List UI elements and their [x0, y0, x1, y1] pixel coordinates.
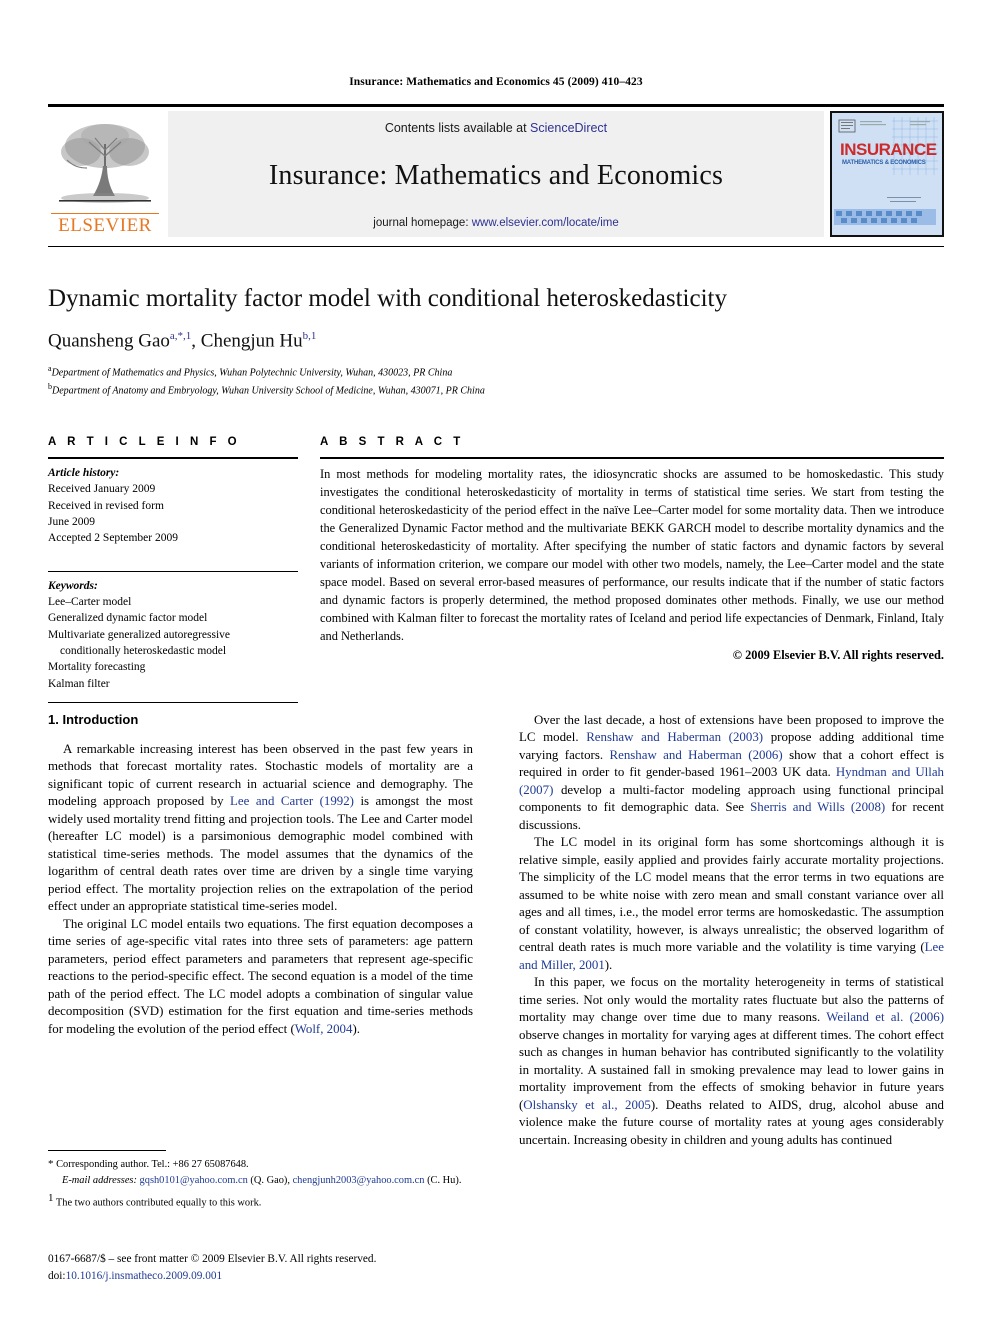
- author-name-2: Chengjun Hu: [200, 330, 303, 352]
- article-history-line-2: Received in revised form: [48, 499, 164, 512]
- article-history-block: Article history: Received January 2009 R…: [48, 459, 298, 547]
- paragraph-left-1: A remarkable increasing interest has bee…: [48, 742, 473, 914]
- masthead-center: Contents lists available at ScienceDirec…: [168, 111, 824, 237]
- keywords-block: Keywords: Lee–Carter model Generalized d…: [48, 572, 298, 692]
- article-history-line-1: Received January 2009: [48, 483, 156, 496]
- keyword-3: Multivariate generalized autoregressive: [48, 628, 231, 641]
- journal-homepage-line: journal homepage: www.elsevier.com/locat…: [373, 217, 618, 229]
- footnote-block: * Corresponding author. Tel.: +86 27 650…: [48, 1150, 473, 1211]
- author-separator: ,: [191, 330, 201, 352]
- footnote-corresponding-text: Corresponding author. Tel.: +86 27 65087…: [56, 1159, 249, 1170]
- footnote-divider: [48, 1150, 166, 1151]
- elsevier-tree-icon: [59, 124, 151, 203]
- email-link-2[interactable]: chengjunh2003@yahoo.com.cn: [293, 1175, 425, 1186]
- affiliation-a-text: Department of Mathematics and Physics, W…: [51, 367, 453, 379]
- contents-prefix: Contents lists available at: [384, 121, 531, 135]
- author-list: Quansheng Gaoa,*,1, Chengjun Hub,1: [48, 330, 944, 352]
- running-head: Insurance: Mathematics and Economics 45 …: [349, 76, 643, 88]
- article-history-label: Article history:: [48, 467, 120, 479]
- elsevier-wordmark: ELSEVIER: [51, 213, 159, 235]
- author-name-1: Quansheng Gao: [48, 330, 170, 352]
- email-addresses-label: E-mail addresses:: [62, 1174, 137, 1186]
- keyword-2: Generalized dynamic factor model: [48, 612, 208, 625]
- doi-line: doi:10.1016/j.insmatheco.2009.09.001: [48, 1268, 548, 1285]
- article-info-heading: A R T I C L E I N F O: [48, 436, 241, 448]
- keyword-1: Lee–Carter model: [48, 595, 132, 608]
- footnote-emails: E-mail addresses: gqsh0101@yahoo.com.cn …: [48, 1173, 473, 1188]
- email-attrib-1: (Q. Gao),: [250, 1174, 290, 1186]
- paragraph-left-2: The original LC model entails two equati…: [48, 916, 473, 1036]
- keywords-label: Keywords:: [48, 579, 98, 592]
- doi-label: doi:: [48, 1269, 66, 1282]
- paragraph-right-1: Over the last decade, a host of extensio…: [519, 713, 945, 832]
- issn-front-matter: 0167-6687/$ – see front matter © 2009 El…: [48, 1253, 377, 1265]
- homepage-prefix: journal homepage:: [373, 217, 472, 229]
- section-heading-introduction: 1. Introduction: [48, 712, 139, 727]
- article-history-line-3: June 2009: [48, 515, 95, 528]
- svg-text:INSURANCE: INSURANCE: [840, 140, 937, 159]
- article-history-line-4: Accepted 2 September 2009: [48, 532, 178, 545]
- page-title: Dynamic mortality factor model with cond…: [48, 285, 727, 312]
- journal-homepage-link[interactable]: www.elsevier.com/locate/ime: [472, 217, 619, 229]
- paper-page: Insurance: Mathematics and Economics 45 …: [0, 0, 992, 1323]
- abstract-copyright: © 2009 Elsevier B.V. All rights reserved…: [732, 647, 944, 662]
- author-2-marks: b,1: [302, 330, 317, 342]
- email-attrib-2: (C. Hu).: [427, 1174, 462, 1186]
- keyword-4: Mortality forecasting: [48, 661, 146, 674]
- journal-cover-thumbnail: INSURANCE MATHEMATICS & ECONOMICS: [830, 111, 944, 237]
- body-column-left: 1. Introduction A remarkable increasing …: [48, 712, 473, 1038]
- footnote-one-mark: 1: [48, 1192, 54, 1205]
- paragraph-right-3: In this paper, we focus on the mortality…: [519, 975, 944, 1147]
- journal-masthead: ELSEVIER Contents lists available at Sci…: [48, 104, 944, 237]
- title-divider: [48, 246, 944, 247]
- affiliation-list: aDepartment of Mathematics and Physics, …: [48, 363, 944, 399]
- body-column-right: Over the last decade, a host of extensio…: [519, 712, 944, 1149]
- abstract-column: A B S T R A C T In most methods for mode…: [320, 436, 944, 663]
- keywords-bottom-rule: [48, 701, 298, 703]
- journal-title: Insurance: Mathematics and Economics: [268, 160, 724, 191]
- abstract-text: In most methods for modeling mortality r…: [320, 467, 944, 643]
- affiliation-b: bDepartment of Anatomy and Embryology, W…: [48, 381, 944, 399]
- footnote-star-mark: *: [48, 1158, 54, 1170]
- abstract-heading: A B S T R A C T: [320, 436, 465, 448]
- affiliation-b-text: Department of Anatomy and Embryology, Wu…: [52, 385, 485, 397]
- footnote-equal-contribution: 1 The two authors contributed equally to…: [48, 1191, 473, 1211]
- sciencedirect-link[interactable]: ScienceDirect: [530, 121, 607, 135]
- journal-cover-art: INSURANCE MATHEMATICS & ECONOMICS: [832, 113, 938, 235]
- email-link-1[interactable]: gqsh0101@yahoo.com.cn: [140, 1175, 248, 1186]
- paragraph-right-2: The LC model in its original form has so…: [519, 835, 944, 972]
- footnote-equal-text: The two authors contributed equally to t…: [55, 1197, 262, 1209]
- footnote-corresponding-author: * Corresponding author. Tel.: +86 27 650…: [48, 1157, 473, 1173]
- author-1-marks: a,*,1: [169, 330, 192, 342]
- imprint-block: 0167-6687/$ – see front matter © 2009 El…: [48, 1251, 548, 1285]
- article-info-column: A R T I C L E I N F O Article history: R…: [48, 436, 298, 703]
- keyword-5: Kalman filter: [48, 677, 110, 690]
- contents-available-line: Contents lists available at ScienceDirec…: [385, 121, 607, 135]
- svg-text:MATHEMATICS & ECONOMICS: MATHEMATICS & ECONOMICS: [842, 160, 926, 166]
- affiliation-a: aDepartment of Mathematics and Physics, …: [48, 363, 944, 381]
- doi-value[interactable]: 10.1016/j.insmatheco.2009.09.001: [66, 1270, 223, 1282]
- elsevier-logo: ELSEVIER: [48, 111, 162, 237]
- keyword-3-continuation: conditionally heteroskedastic model: [60, 644, 227, 657]
